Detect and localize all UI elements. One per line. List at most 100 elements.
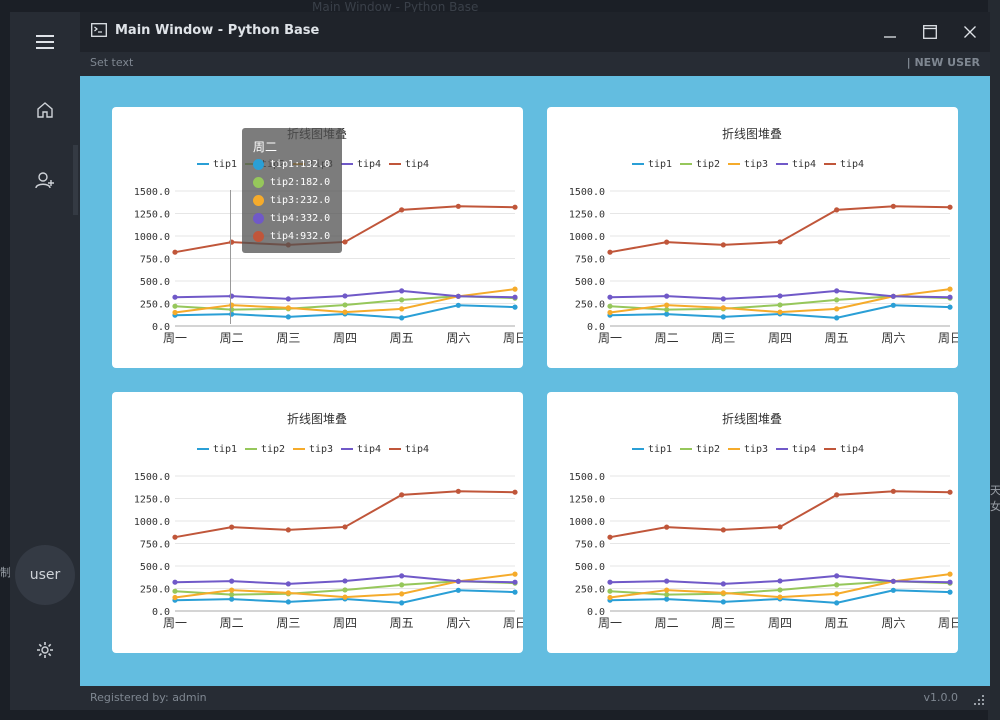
add-user-icon [35, 172, 54, 189]
chart-card-4: 折线图堆叠 tip1 tip2 tip3 tip4 tip4 0.0 250.0 500.0 75… [547, 392, 962, 653]
x-tick-label: 周一 [163, 616, 187, 630]
data-point [285, 599, 291, 605]
data-point [399, 297, 405, 303]
data-point [229, 592, 235, 598]
data-point [777, 594, 783, 600]
chart-card-3: 折线图堆叠 tip1 tip2 tip3 tip4 tip4 0.0 250.0 500.0 75… [112, 392, 527, 653]
y-tick-label: 1250.0 [134, 495, 170, 506]
data-point [834, 600, 840, 606]
data-point [777, 524, 783, 530]
data-point [720, 305, 726, 311]
legend-label: tip1 [213, 159, 237, 170]
y-tick-label: 750.0 [575, 255, 605, 266]
legend-label: tip1 [648, 444, 672, 455]
home-button[interactable] [10, 82, 80, 138]
legend-label: tip4 [840, 159, 864, 170]
settings-icon [37, 642, 53, 658]
background-text-right: 天女 [990, 484, 1000, 513]
user-avatar-button[interactable]: user [15, 545, 75, 605]
resize-grip-icon[interactable] [974, 695, 984, 705]
y-tick-label: 250.0 [140, 300, 170, 311]
y-tick-label: 500.0 [575, 277, 605, 288]
data-point [607, 594, 613, 601]
version-label: v1.0.0 [923, 691, 959, 704]
x-tick-label: 周四 [768, 616, 792, 630]
data-point [342, 302, 348, 308]
data-point [285, 581, 291, 587]
data-point [342, 309, 348, 315]
chart-title: 折线图堆叠 [722, 126, 782, 141]
data-point [720, 314, 726, 320]
tooltip-row: tip4:932.0 [253, 228, 330, 244]
x-tick-label: 周五 [825, 616, 849, 630]
close-button[interactable] [952, 18, 988, 46]
data-point [777, 302, 783, 308]
user-label: user [29, 567, 61, 583]
data-point [172, 594, 178, 601]
tooltip-value: tip3:232.0 [270, 194, 331, 206]
terminal-icon [91, 23, 107, 37]
data-point [720, 242, 726, 248]
maximize-button[interactable] [912, 18, 948, 46]
data-point [399, 288, 405, 294]
legend-label: tip3 [744, 159, 768, 170]
new-user-label[interactable]: | NEW USER [907, 56, 980, 69]
title-bar[interactable]: Main Window - Python Base [80, 12, 990, 52]
menu-button[interactable] [10, 14, 80, 70]
settings-button[interactable] [10, 622, 80, 678]
data-point [777, 578, 783, 584]
data-point [399, 591, 405, 597]
data-point [512, 286, 518, 292]
data-point [947, 294, 953, 300]
add-user-button[interactable] [10, 152, 80, 208]
y-tick-label: 1000.0 [134, 232, 170, 243]
data-point [512, 294, 518, 300]
x-tick-label: 周六 [446, 331, 470, 345]
data-point [399, 582, 405, 588]
data-point [947, 571, 953, 577]
chart-title: 折线图堆叠 [722, 411, 782, 426]
data-point [342, 524, 348, 530]
data-point [890, 302, 896, 308]
y-tick-label: 1000.0 [134, 517, 170, 528]
data-point [720, 527, 726, 533]
data-point [285, 296, 291, 302]
data-point [607, 294, 613, 300]
chart-tooltip: 周二 tip1:132.0 tip2:182.0 tip3:232.0 tip4… [242, 128, 342, 253]
x-tick-label: 周五 [390, 331, 414, 345]
x-tick-label: 周四 [333, 331, 357, 345]
data-point [342, 578, 348, 584]
data-point [455, 293, 461, 299]
minimize-button[interactable] [872, 18, 908, 46]
line-chart-2[interactable]: 折线图堆叠tip1 tip2 tip3 tip4 tip40.0250.0500.075… [547, 107, 962, 368]
y-tick-label: 1500.0 [569, 187, 605, 198]
close-icon [964, 26, 976, 38]
x-tick-label: 周一 [163, 331, 187, 345]
x-tick-label: 周四 [768, 331, 792, 345]
line-chart-4[interactable]: 折线图堆叠tip1 tip2 tip3 tip4 tip40.0250.0500.075… [547, 392, 962, 653]
data-point [342, 594, 348, 600]
x-tick-label: 周一 [598, 331, 622, 345]
data-point [834, 306, 840, 312]
tooltip-row: tip3:232.0 [253, 192, 330, 208]
main-window: Main Window - Python Base Set text | NEW… [80, 12, 990, 710]
y-tick-label: 500.0 [140, 277, 170, 288]
data-point [172, 579, 178, 585]
legend-label: tip3 [309, 444, 333, 455]
data-point [947, 579, 953, 585]
set-text-label: Set text [90, 56, 134, 69]
data-point [834, 207, 840, 213]
data-point [172, 249, 178, 255]
x-tick-label: 周日 [503, 616, 523, 630]
data-point [947, 489, 953, 495]
data-point [229, 578, 235, 584]
line-chart-3[interactable]: 折线图堆叠tip1 tip2 tip3 tip4 tip40.0250.0500.075… [112, 392, 527, 653]
data-point [172, 294, 178, 300]
tooltip-row: tip4:332.0 [253, 210, 330, 226]
data-point [720, 590, 726, 596]
data-point [229, 587, 235, 593]
tooltip-dot [253, 194, 264, 206]
tooltip-value: tip4:932.0 [270, 230, 331, 242]
data-point [947, 204, 953, 210]
legend-label: tip1 [213, 444, 237, 455]
